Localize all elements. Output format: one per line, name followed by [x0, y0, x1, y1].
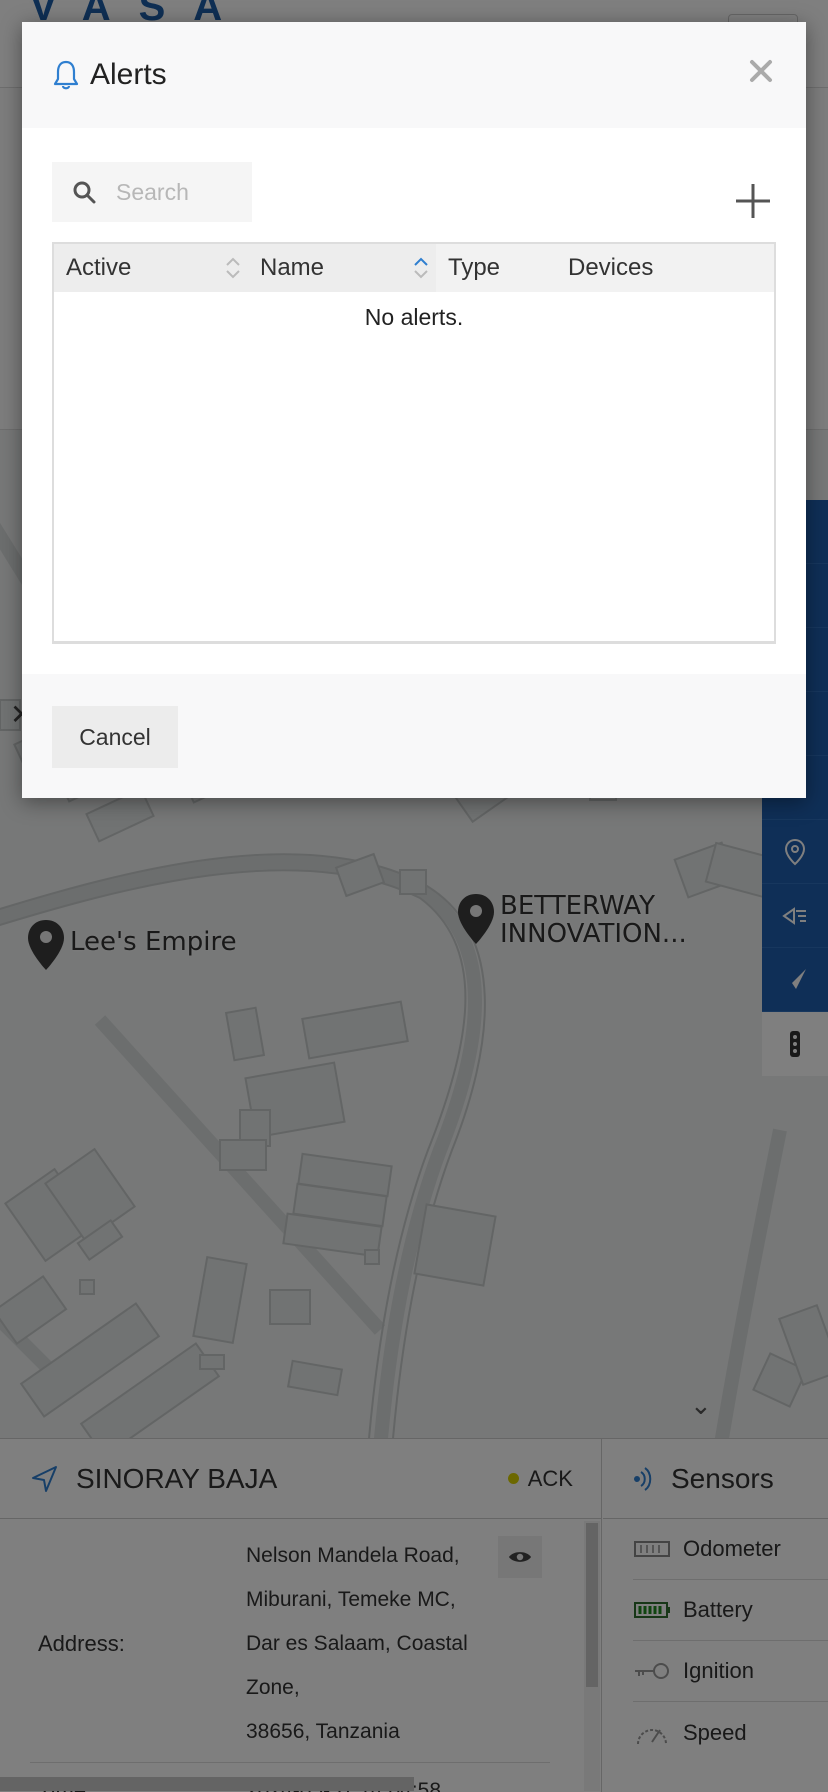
- sort-ascending-icon: [414, 257, 428, 279]
- close-icon[interactable]: [744, 54, 778, 88]
- table-header: Active Name Type Devices: [54, 244, 774, 292]
- search-input[interactable]: [116, 178, 246, 206]
- modal-title: Alerts: [90, 58, 167, 91]
- modal-footer: Cancel: [22, 674, 806, 798]
- modal-header: Alerts: [22, 22, 806, 128]
- alerts-modal: Alerts Active: [22, 22, 806, 798]
- empty-message: No alerts.: [364, 304, 464, 330]
- column-header-devices: Devices: [556, 244, 774, 292]
- bell-icon: [53, 60, 79, 90]
- column-header-label: Devices: [568, 254, 654, 281]
- alerts-table: Active Name Type Devices No alerts.: [52, 242, 776, 644]
- column-header-type: Type: [436, 244, 556, 292]
- search-box[interactable]: [52, 162, 252, 222]
- add-alert-button[interactable]: [732, 180, 774, 222]
- sort-icon: [226, 257, 240, 279]
- column-header-active[interactable]: Active: [54, 244, 248, 292]
- column-header-label: Name: [260, 254, 325, 281]
- column-header-label: Active: [66, 254, 132, 281]
- modal-body: Active Name Type Dev: [22, 128, 806, 694]
- column-header-label: Type: [448, 254, 501, 281]
- column-header-name[interactable]: Name: [248, 244, 436, 292]
- search-icon: [73, 181, 96, 204]
- cancel-button[interactable]: Cancel: [52, 706, 178, 768]
